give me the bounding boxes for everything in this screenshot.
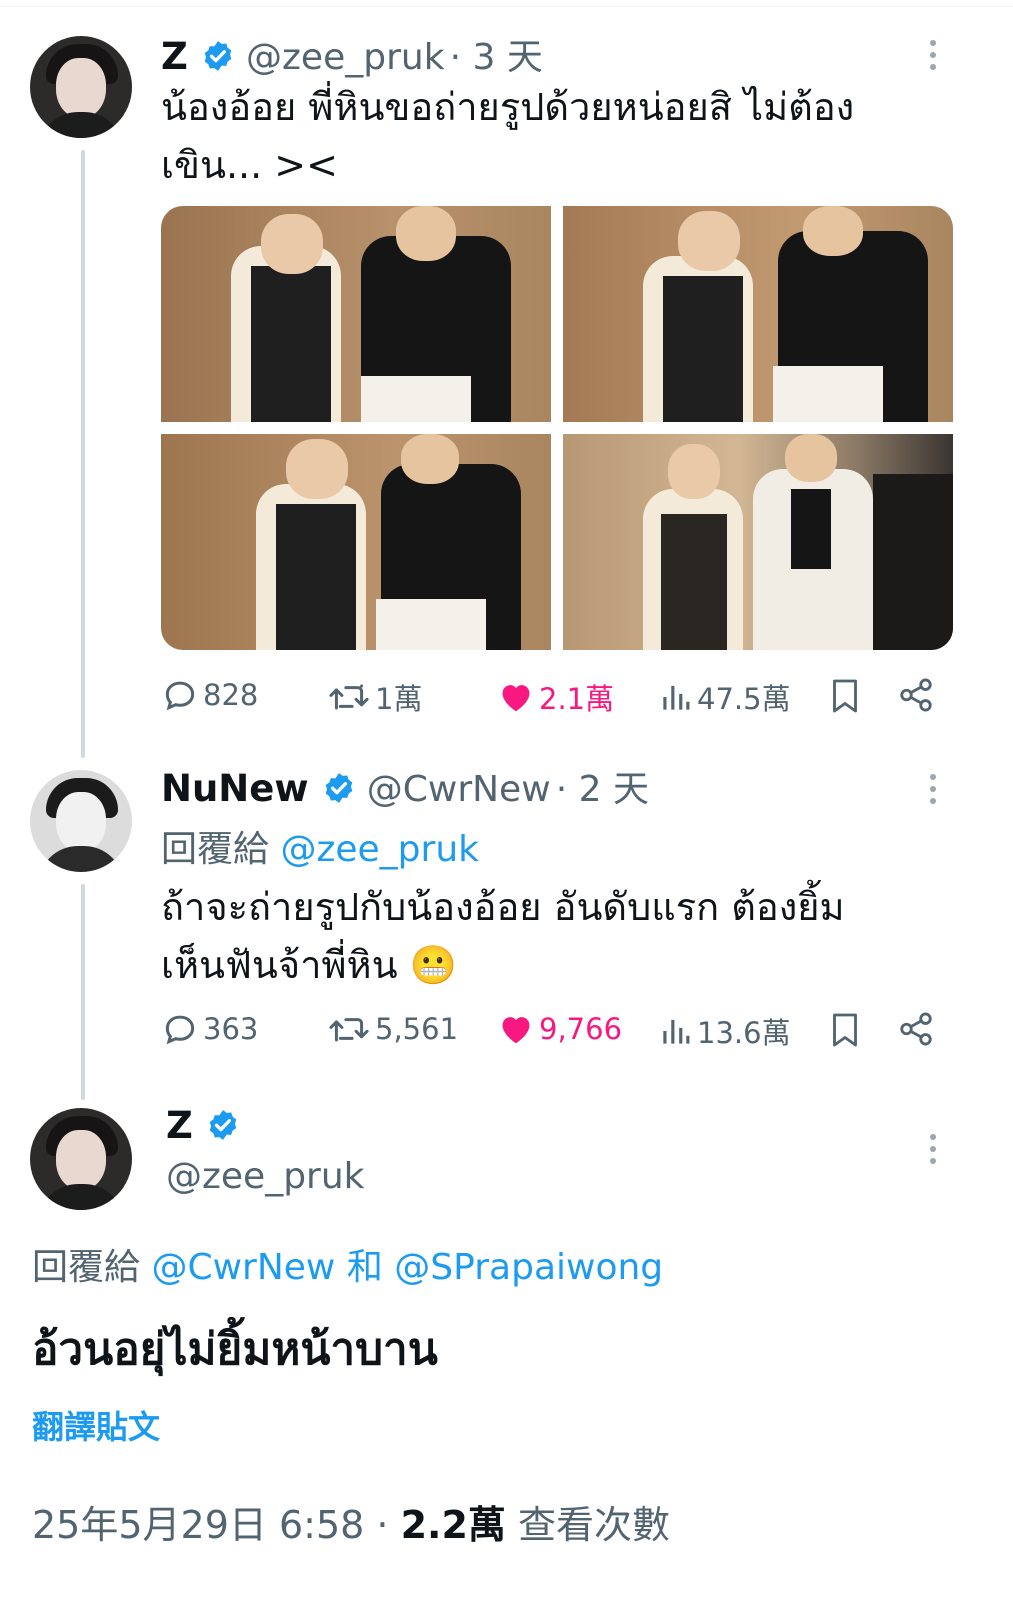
more-dots-icon[interactable]	[928, 1134, 938, 1170]
views-count: 13.6萬	[697, 1016, 791, 1050]
repost-count: 1萬	[375, 682, 423, 716]
reply-prefix: 回覆給	[161, 829, 270, 870]
photo-2[interactable]	[563, 206, 953, 422]
grimacing-emoji: 😬	[409, 943, 457, 987]
tweet1-actions: 828 1萬 2.1萬 47.5萬	[161, 676, 941, 720]
views-count: 47.5萬	[697, 682, 791, 716]
verified-badge-icon	[325, 773, 352, 803]
like-button[interactable]: 2.1萬	[497, 676, 614, 718]
author-handle[interactable]: @CwrNew	[367, 769, 551, 810]
bookmark-button[interactable]	[827, 676, 867, 716]
photo-3[interactable]	[161, 434, 551, 650]
main-reply-context: 回覆給 @CwrNew 和 @SPrapaiwong	[32, 1238, 663, 1290]
views-icon	[663, 685, 690, 710]
share-icon	[900, 678, 932, 712]
main-author-name-row: Z	[166, 1104, 246, 1147]
verified-badge-icon	[209, 1110, 237, 1140]
author-name[interactable]: Z	[161, 35, 188, 78]
bookmark-icon	[833, 679, 857, 713]
reply-prefix: 回覆給	[32, 1247, 141, 1288]
tweet2-actions: 363 5,561 9,766 13.6萬	[161, 1010, 941, 1054]
repost-icon	[329, 1018, 369, 1042]
tweet1-header: Z @zee_pruk · 3 天	[161, 28, 543, 80]
reply-to-link[interactable]: @SPrapaiwong	[394, 1247, 663, 1288]
reply-to-link[interactable]: @CwrNew	[151, 1247, 335, 1288]
verified-badge-icon	[204, 41, 232, 71]
repost-count: 5,561	[375, 1012, 459, 1046]
author-name[interactable]: Z	[166, 1104, 193, 1147]
heart-icon	[502, 685, 530, 712]
reply-count: 828	[203, 678, 259, 712]
author-name[interactable]: NuNew	[161, 767, 309, 810]
heart-icon	[502, 1017, 530, 1044]
repost-button[interactable]: 1萬	[327, 676, 422, 718]
meta-separator: ·	[376, 1503, 389, 1547]
share-button[interactable]	[897, 676, 939, 714]
share-icon	[900, 1012, 932, 1046]
share-button[interactable]	[897, 1010, 939, 1048]
like-count: 2.1萬	[539, 682, 615, 716]
post-timestamp[interactable]: 25年5月29日 6:58	[32, 1503, 364, 1547]
tweet2-header: NuNew @CwrNew · 2 天	[161, 760, 649, 812]
main-tweet-text: อ้วนอยุ่ไม่ยิ้มหน้าบาน	[32, 1324, 438, 1375]
reply-to-link[interactable]: @zee_pruk	[280, 829, 479, 870]
more-dots-icon[interactable]	[928, 40, 938, 76]
tweet-time[interactable]: · 3 天	[450, 37, 543, 78]
post-views-label: 查看次數	[518, 1503, 671, 1547]
views-button[interactable]: 13.6萬	[659, 1010, 791, 1052]
repost-icon	[329, 684, 369, 710]
reply-and: 和	[346, 1247, 383, 1288]
photo-1[interactable]	[161, 206, 551, 422]
bookmark-icon	[833, 1013, 857, 1047]
photo-4[interactable]	[563, 434, 953, 650]
author-handle[interactable]: @zee_pruk	[246, 37, 445, 78]
reply-button[interactable]: 363	[161, 1010, 258, 1048]
tweet1-media-grid[interactable]	[161, 206, 953, 650]
views-button[interactable]: 47.5萬	[659, 676, 791, 718]
post-views-count: 2.2萬	[400, 1503, 506, 1547]
repost-button[interactable]: 5,561	[327, 1010, 458, 1048]
tweet2-text: ถ้าจะถ่ายรูปกับน้องอ้อย อันดับแรก ต้องยิ…	[161, 885, 845, 987]
reply-context: 回覆給 @zee_pruk	[161, 820, 479, 872]
tweet-time[interactable]: · 2 天	[556, 769, 649, 810]
author-handle[interactable]: @zee_pruk	[166, 1156, 365, 1197]
top-divider	[0, 0, 1013, 7]
like-button[interactable]: 9,766	[497, 1010, 622, 1048]
like-count: 9,766	[539, 1012, 623, 1046]
reply-count: 363	[203, 1012, 259, 1046]
more-dots-icon[interactable]	[928, 774, 938, 810]
views-icon	[663, 1019, 690, 1044]
reply-button[interactable]: 828	[161, 676, 258, 714]
reply-icon	[165, 681, 195, 711]
tweet1-text: น้องอ้อย พี่หินขอถ่ายรูปด้วยหน่อยสิ ไม่ต…	[161, 85, 855, 187]
reply-icon	[165, 1015, 195, 1045]
thread-connector	[81, 884, 85, 1100]
bookmark-button[interactable]	[827, 1010, 867, 1050]
avatar-z[interactable]	[30, 36, 132, 138]
translate-post-link[interactable]: 翻譯貼文	[32, 1402, 160, 1448]
avatar-nunew[interactable]	[30, 770, 132, 872]
post-meta: 25年5月29日 6:58 · 2.2萬 查看次數	[32, 1494, 670, 1549]
avatar-z[interactable]	[30, 1108, 132, 1210]
thread-connector	[81, 150, 85, 758]
